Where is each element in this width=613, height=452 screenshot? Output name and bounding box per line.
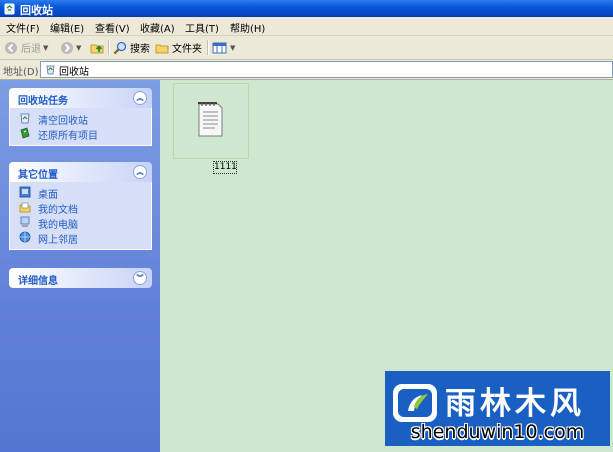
- folder-icon: [155, 44, 169, 53]
- recycle-bin-icon: [46, 65, 55, 75]
- link-label: 我的电脑: [38, 220, 78, 231]
- panel-body: 桌面 我的文档 我的电脑 网上邻居: [9, 182, 152, 250]
- link-label: 网上邻居: [38, 235, 78, 246]
- forward-dropdown-icon[interactable]: ▼: [76, 44, 81, 52]
- file-item[interactable]: 1111: [173, 83, 249, 174]
- network-places-link[interactable]: 网上邻居: [10, 230, 151, 246]
- my-computer-icon: [20, 216, 30, 227]
- panel-header[interactable]: 详细信息 ︾: [9, 268, 152, 288]
- task-pane: 回收站任务 ︽ 清空回收站 还原所有项目 其它位置 ︽ 桌面 我的文档 我的电脑…: [0, 80, 160, 452]
- address-label: 地址(D): [3, 67, 39, 78]
- search-label: 搜索: [130, 44, 150, 55]
- empty-recycle-bin-link[interactable]: 清空回收站: [10, 111, 151, 127]
- panel-title: 回收站任务: [18, 96, 68, 107]
- menu-tools[interactable]: 工具(T): [185, 20, 219, 35]
- title-bar[interactable]: 回收站: [0, 0, 613, 17]
- address-bar: 地址(D) 回收站: [0, 60, 613, 80]
- up-folder-icon: [90, 44, 104, 53]
- recycle-bin-icon: [20, 113, 30, 124]
- restore-icon: [20, 127, 30, 139]
- forward-button[interactable]: ▼: [60, 38, 81, 57]
- forward-arrow-icon: [61, 41, 73, 54]
- menu-edit[interactable]: 编辑(E): [50, 20, 84, 35]
- menu-view[interactable]: 查看(V): [95, 20, 130, 35]
- panel-title: 详细信息: [18, 276, 58, 287]
- views-button[interactable]: ▼: [212, 38, 235, 57]
- up-folder-button[interactable]: [90, 38, 104, 57]
- watermark-site-url: shenduwin10.com: [410, 421, 585, 443]
- link-label: 还原所有项目: [38, 131, 98, 142]
- views-dropdown-icon[interactable]: ▼: [230, 44, 235, 52]
- link-label: 桌面: [38, 190, 58, 201]
- back-label: 后退: [21, 44, 41, 55]
- watermark-brand-name: 雨林木风: [445, 386, 585, 422]
- window-title: 回收站: [20, 4, 53, 17]
- collapse-icon[interactable]: ︽: [133, 165, 147, 179]
- watermark-banner: 雨林木风 shenduwin10.com: [385, 371, 610, 446]
- menu-file[interactable]: 文件(F): [6, 20, 40, 35]
- panel-title: 其它位置: [18, 170, 58, 181]
- panel-header[interactable]: 回收站任务 ︽: [9, 88, 152, 108]
- desktop-icon: [19, 186, 31, 198]
- expand-icon[interactable]: ︾: [133, 271, 147, 285]
- my-documents-link[interactable]: 我的文档: [10, 200, 151, 216]
- link-label: 我的文档: [38, 205, 78, 216]
- panel-header[interactable]: 其它位置 ︽: [9, 162, 152, 182]
- details-panel: 详细信息 ︾: [9, 268, 152, 288]
- file-name: 1111: [213, 161, 237, 174]
- panel-body: 清空回收站 还原所有项目: [9, 108, 152, 146]
- my-computer-link[interactable]: 我的电脑: [10, 215, 151, 231]
- logo-icon: [393, 384, 437, 422]
- menu-help[interactable]: 帮助(H): [230, 20, 265, 35]
- other-places-panel: 其它位置 ︽ 桌面 我的文档 我的电脑 网上邻居: [9, 162, 152, 250]
- recycle-bin-icon: [4, 3, 15, 15]
- recycle-bin-tasks-panel: 回收站任务 ︽ 清空回收站 还原所有项目: [9, 88, 152, 146]
- link-label: 清空回收站: [38, 116, 88, 127]
- back-button[interactable]: 后退 ▼: [4, 38, 48, 57]
- address-value: 回收站: [59, 67, 89, 78]
- network-places-icon: [19, 231, 31, 243]
- text-document-icon: [198, 102, 223, 137]
- search-button[interactable]: 搜索: [113, 38, 150, 57]
- menu-bar: 文件(F) 编辑(E) 查看(V) 收藏(A) 工具(T) 帮助(H): [0, 17, 613, 36]
- desktop-link[interactable]: 桌面: [10, 185, 151, 201]
- views-icon: [212, 42, 227, 53]
- address-input[interactable]: 回收站: [40, 61, 613, 78]
- back-dropdown-icon[interactable]: ▼: [43, 44, 48, 52]
- menu-favorites[interactable]: 收藏(A): [140, 20, 175, 35]
- folders-button[interactable]: 文件夹: [155, 38, 202, 57]
- back-arrow-icon: [5, 41, 17, 54]
- folders-label: 文件夹: [172, 44, 202, 55]
- toolbar: 后退 ▼ ▼ 搜索 文件夹 ▼: [0, 36, 613, 60]
- search-icon: [113, 41, 127, 54]
- my-documents-icon: [19, 202, 31, 213]
- collapse-icon[interactable]: ︽: [133, 91, 147, 105]
- restore-all-items-link[interactable]: 还原所有项目: [10, 126, 151, 142]
